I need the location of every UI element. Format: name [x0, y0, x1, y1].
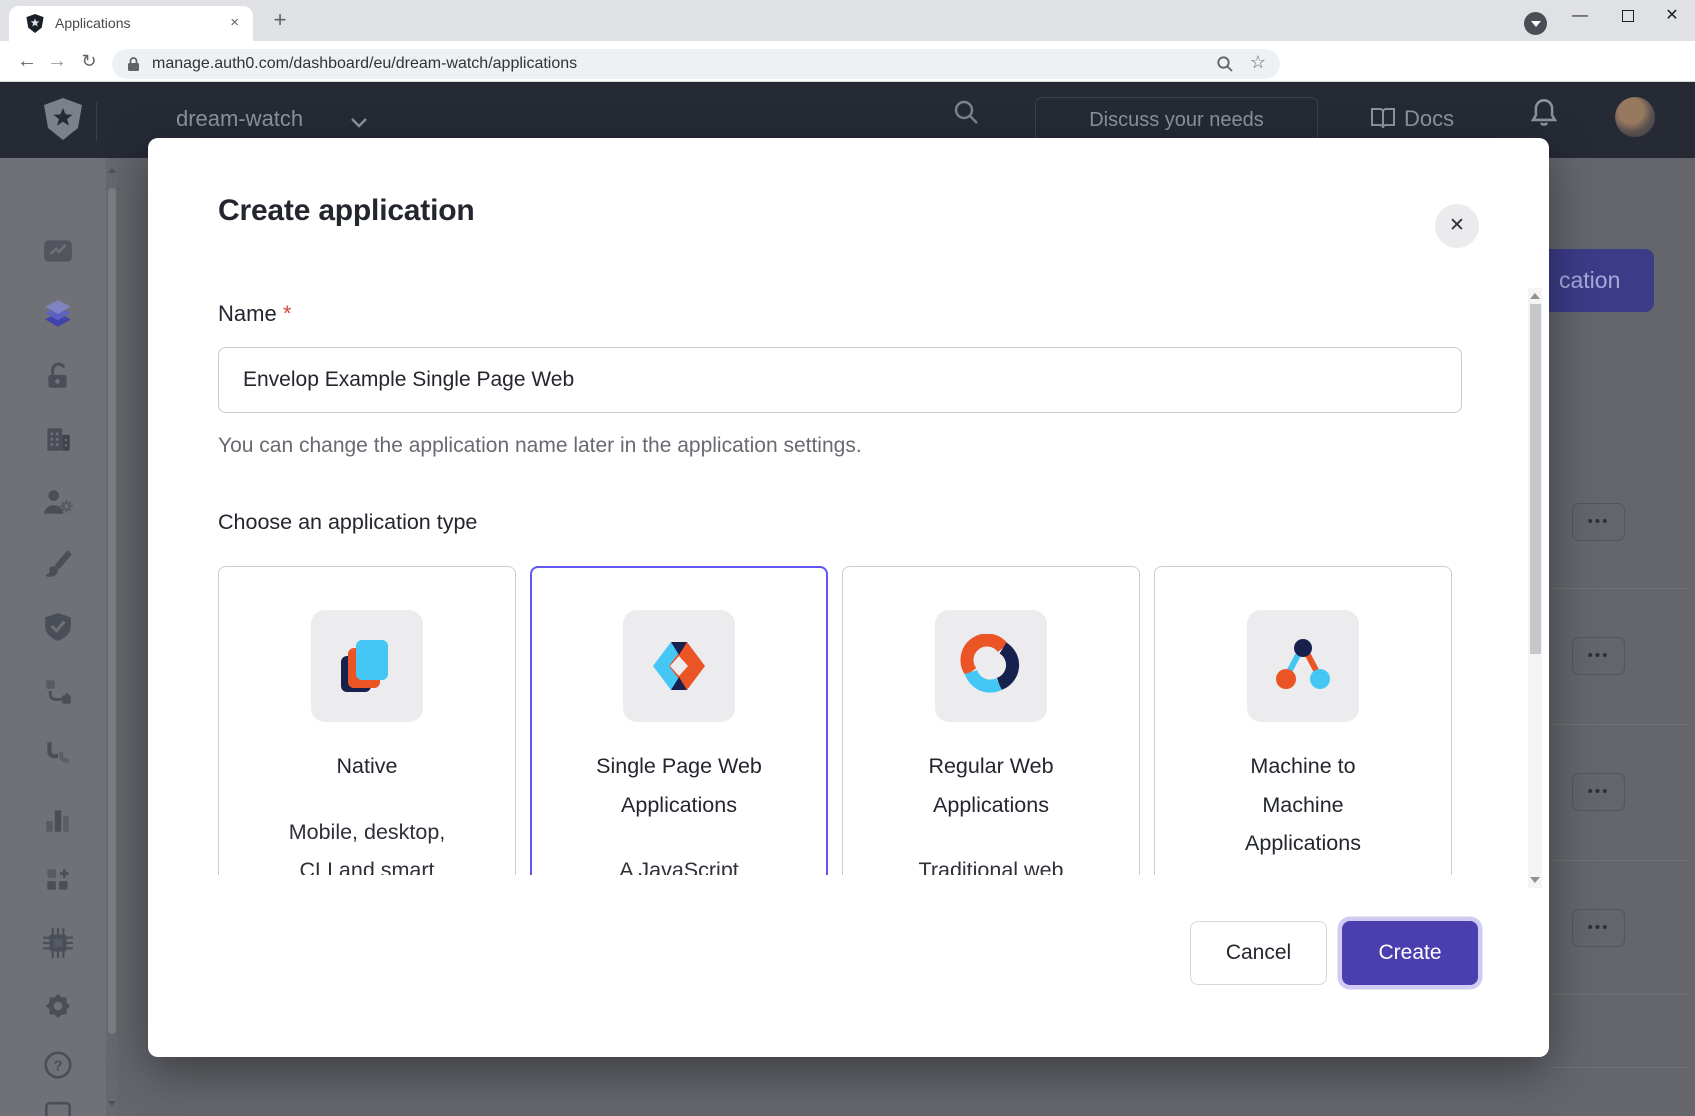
- card-description: Mobile, desktop, CLI and smart: [289, 813, 446, 876]
- user-avatar[interactable]: [1615, 97, 1655, 137]
- auth0-favicon-icon: [26, 14, 44, 38]
- card-title: Native: [337, 747, 398, 786]
- cancel-button[interactable]: Cancel: [1190, 921, 1327, 985]
- table-row-separator: [1549, 588, 1689, 589]
- application-name-input[interactable]: [218, 347, 1462, 413]
- bookmark-star-icon[interactable]: ☆: [1250, 52, 1266, 73]
- window-maximize-button[interactable]: [1608, 0, 1648, 32]
- sidebar-item-actions[interactable]: [42, 676, 74, 708]
- app-type-card-m2m[interactable]: Machine to Machine Applications: [1154, 566, 1452, 875]
- card-title: Single Page Web Applications: [596, 747, 762, 824]
- application-type-grid: Native Mobile, desktop, CLI and smart Si…: [218, 566, 1462, 875]
- row-menu-button[interactable]: •••: [1572, 503, 1625, 541]
- table-row-separator: [1549, 724, 1689, 725]
- sidebar-item-applications[interactable]: [42, 298, 74, 330]
- svg-text:?: ?: [53, 1057, 62, 1074]
- sidebar-item-authentication[interactable]: [42, 360, 74, 392]
- tab-title: Applications: [55, 15, 131, 31]
- sidebar-item-settings[interactable]: [42, 990, 74, 1022]
- window-minimize-button[interactable]: —: [1560, 0, 1600, 32]
- forward-button[interactable]: →: [42, 46, 72, 76]
- tenant-switcher[interactable]: dream-watch: [176, 106, 303, 132]
- native-icon: [311, 610, 423, 722]
- app-type-card-regular-web[interactable]: Regular Web Applications Traditional web: [842, 566, 1140, 875]
- discuss-your-needs-button[interactable]: Discuss your needs: [1035, 97, 1318, 144]
- url-text: manage.auth0.com/dashboard/eu/dream-watc…: [152, 55, 577, 73]
- lock-icon: [126, 56, 141, 77]
- card-description: Traditional web: [919, 851, 1064, 875]
- machine-to-machine-icon: [1247, 610, 1359, 722]
- screen: Applications × + — ✕ ← → ↻ manage.auth0.…: [0, 0, 1695, 1116]
- notifications-bell-icon[interactable]: [1530, 98, 1558, 133]
- app-type-card-native[interactable]: Native Mobile, desktop, CLI and smart: [218, 566, 516, 875]
- application-type-label: Choose an application type: [218, 510, 1462, 535]
- regular-web-app-icon: [935, 610, 1047, 722]
- sidebar-item-partial[interactable]: [42, 1100, 74, 1116]
- create-button[interactable]: Create: [1342, 921, 1478, 985]
- browser-tab-applications[interactable]: Applications ×: [9, 6, 253, 41]
- modal-scrollbar[interactable]: [1528, 288, 1542, 888]
- create-application-button-partial[interactable]: cation: [1549, 249, 1654, 312]
- zoom-icon[interactable]: [1216, 55, 1234, 78]
- browser-tabstrip: Applications × + — ✕: [0, 0, 1695, 41]
- modal-close-button[interactable]: ✕: [1435, 204, 1479, 248]
- table-row-separator: [1549, 1067, 1689, 1068]
- app-type-card-spa[interactable]: Single Page Web Applications A JavaScrip…: [530, 566, 828, 875]
- chevron-down-icon: [350, 116, 368, 134]
- name-label: Name *: [218, 301, 1462, 327]
- sidebar-item-monitoring[interactable]: [42, 804, 74, 836]
- name-help-text: You can change the application name late…: [218, 434, 1462, 458]
- auth0-logo-icon: [44, 96, 82, 147]
- search-icon[interactable]: [952, 98, 980, 131]
- window-close-button[interactable]: ✕: [1652, 0, 1692, 32]
- row-menu-button[interactable]: •••: [1572, 909, 1625, 947]
- reload-button[interactable]: ↻: [74, 46, 104, 76]
- new-tab-button[interactable]: +: [266, 7, 294, 33]
- modal-title: Create application: [218, 194, 474, 228]
- sidebar-item-user-management[interactable]: [42, 486, 74, 518]
- sidebar-item-activity[interactable]: [42, 235, 74, 267]
- row-menu-button[interactable]: •••: [1572, 637, 1625, 675]
- sidebar-item-security[interactable]: [42, 611, 74, 643]
- sidebar-scrollbar-thumb[interactable]: [108, 188, 116, 1034]
- card-title: Regular Web Applications: [928, 747, 1053, 824]
- modal-body: Name * You can change the application na…: [148, 285, 1549, 875]
- sidebar-item-help[interactable]: ?: [42, 1049, 74, 1081]
- sidebar-scrollbar[interactable]: [106, 158, 117, 1116]
- card-title: Machine to Machine Applications: [1245, 747, 1361, 863]
- browser-toolbar: ← → ↻ manage.auth0.com/dashboard/eu/drea…: [0, 41, 1695, 82]
- sidebar-item-branding[interactable]: [42, 548, 74, 580]
- card-description: A JavaScript: [619, 851, 739, 875]
- create-application-modal: Create application ✕ Name * You can chan…: [148, 138, 1549, 1057]
- header-divider: [96, 102, 97, 140]
- modal-scrollbar-thumb[interactable]: [1530, 304, 1541, 654]
- table-row-separator: [1549, 994, 1689, 995]
- sidebar-nav: ?: [0, 158, 106, 1116]
- address-bar[interactable]: manage.auth0.com/dashboard/eu/dream-watc…: [112, 49, 1280, 79]
- single-page-app-icon: [623, 610, 735, 722]
- required-asterisk: *: [283, 301, 292, 326]
- row-menu-button[interactable]: •••: [1572, 773, 1625, 811]
- sidebar-item-extensions[interactable]: [42, 927, 74, 959]
- table-row-separator: [1549, 860, 1689, 861]
- docs-book-icon: [1370, 106, 1396, 135]
- back-button[interactable]: ←: [12, 46, 42, 76]
- sidebar-item-auth-pipeline[interactable]: [42, 739, 74, 771]
- window-menu-chevron-icon[interactable]: [1524, 12, 1547, 35]
- docs-link[interactable]: Docs: [1404, 106, 1454, 132]
- sidebar-item-organizations[interactable]: [42, 423, 74, 455]
- sidebar-item-marketplace[interactable]: [42, 864, 74, 896]
- tab-close-icon[interactable]: ×: [230, 14, 239, 31]
